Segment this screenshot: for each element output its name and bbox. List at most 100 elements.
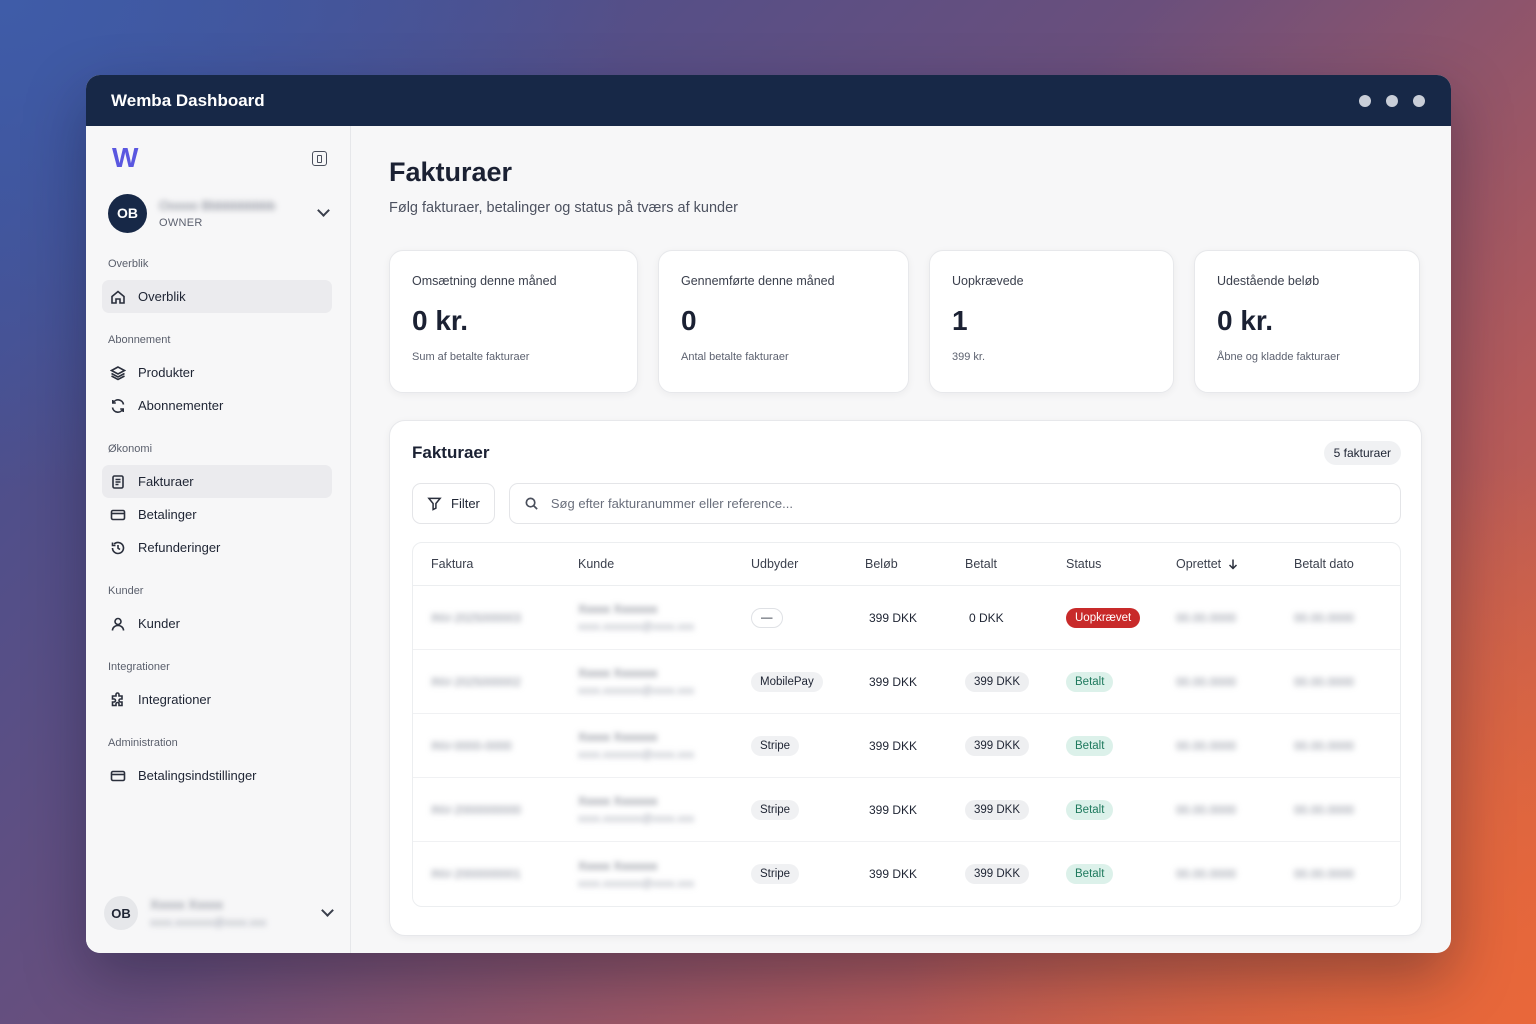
created-date: 00.00.0000 [1176,610,1237,625]
customer-email: xxxx.xxxxxxx@xxxx.xxx [578,813,695,825]
arrow-down-icon [1229,559,1238,570]
provider-badge: Stripe [751,864,800,884]
invoice-number[interactable]: INV-2025000003 [431,611,578,625]
stat-value: 0 kr. [1217,305,1274,336]
window-dot-2[interactable] [1386,94,1398,107]
sidebar-item-label: Produkter [138,365,195,380]
nav-section-label: Kunder [108,585,144,597]
invoice-number[interactable]: INV-2000000001 [431,867,578,881]
sidebar-collapse-icon[interactable] [312,150,327,166]
sidebar-item-label: Abonnementer [138,398,224,413]
layers-icon [110,365,126,381]
status-badge: Betalt [1066,799,1114,820]
stat-note: 399 kr. [952,351,986,363]
customer-cell: Xxxxx Xxxxxxx xxxx.xxxxxxx@xxxx.xxx [578,602,751,633]
table-row[interactable]: INV-2025000003 Xxxxx Xxxxxxx xxxx.xxxxxx… [413,586,1400,650]
nav-section-label: Administration [108,737,178,749]
sidebar-item-integrationer[interactable]: Integrationer [102,683,332,716]
stat-label: Omsætning denne måned [412,274,557,288]
column-header[interactable]: Status [1066,557,1176,571]
user-name: Xxxxx Xxxxx [150,897,223,912]
customer-email: xxxx.xxxxxxx@xxxx.xxx [578,749,695,761]
search-box[interactable] [508,483,1401,524]
sidebar-item-produkter[interactable]: Produkter [102,356,332,389]
chevron-down-icon[interactable] [321,904,334,917]
status-badge: Uopkrævet [1066,607,1141,628]
stat-value: 1 [952,305,968,336]
search-input[interactable] [550,496,1386,511]
sidebar-item-kunder[interactable]: Kunder [102,607,332,640]
sidebar-item-label: Overblik [138,289,186,304]
window-controls [1359,94,1425,107]
sidebar-item-betalinger[interactable]: Betalinger [102,498,332,531]
filter-label: Filter [451,496,480,511]
stat-card: Gennemførte denne måned 0 Antal betalte … [658,250,909,393]
sidebar-item-label: Integrationer [138,692,211,707]
invoice-icon [110,474,126,490]
sidebar-item-refunderinger[interactable]: Refunderinger [102,531,332,564]
customer-email: xxxx.xxxxxxx@xxxx.xxx [578,621,695,633]
sidebar-item-label: Kunder [138,616,180,631]
customer-cell: Xxxxx Xxxxxxx xxxx.xxxxxxx@xxxx.xxx [578,859,751,890]
user-role: OWNER [159,216,203,229]
paid-amount: 399 DKK [965,799,1030,820]
stat-value: 0 [681,305,697,336]
column-header[interactable]: Kunde [578,557,751,571]
nav-section-label: Økonomi [108,443,153,455]
sidebar-item-overblik[interactable]: Overblik [102,280,332,313]
amount: 399 DKK [869,610,918,625]
column-header[interactable]: Beløb [865,557,965,571]
invoices-table: Faktura Kunde Udbyder Beløb Betalt Statu… [412,542,1401,907]
column-header[interactable]: Betalt [965,557,1066,571]
nav-group-integrationer: Integrationer Integrationer [102,661,332,716]
customer-cell: Xxxxx Xxxxxxx xxxx.xxxxxxx@xxxx.xxx [578,666,751,697]
sidebar-item-betalingsindstillinger[interactable]: Betalingsindstillinger [102,759,332,792]
column-header[interactable]: Betalt dato [1294,557,1400,571]
filter-button[interactable]: Filter [412,483,495,524]
page-title: Fakturaer [389,157,513,187]
customer-email: xxxx.xxxxxxx@xxxx.xxx [578,685,695,697]
filter-icon [427,497,442,511]
window-dot-3[interactable] [1413,94,1425,107]
customer-name: Xxxxx Xxxxxxx [578,794,658,808]
column-header[interactable]: Faktura [431,557,578,571]
brand-logo[interactable]: W [112,142,138,174]
window-title: Wemba Dashboard [111,90,265,110]
stats-row: Omsætning denne måned 0 kr. Sum af betal… [389,250,1422,393]
invoices-card: Fakturaer 5 fakturaer Filter Faktur [389,420,1422,936]
amount: 399 DKK [869,867,918,881]
column-header-sorted[interactable]: Oprettet [1176,557,1294,571]
paid-date: 00.00.0000 [1294,610,1355,625]
puzzle-icon [110,691,126,708]
avatar: OB [108,193,147,233]
home-icon [110,289,126,305]
stat-note: Åbne og kladde fakturaer [1217,351,1340,363]
user-icon [110,616,126,632]
invoice-number[interactable]: INV-2000000000 [431,803,578,817]
customer-cell: Xxxxx Xxxxxxx xxxx.xxxxxxx@xxxx.xxx [578,730,751,761]
table-row[interactable]: INV-2000000000 Xxxxx Xxxxxxx xxxx.xxxxxx… [413,778,1400,842]
sidebar-item-fakturaer[interactable]: Fakturaer [102,465,332,498]
table-row[interactable]: INV-2000000001 Xxxxx Xxxxxxx xxxx.xxxxxx… [413,842,1400,906]
created-date: 00.00.0000 [1176,802,1237,817]
invoice-number[interactable]: INV-0000-0000 [431,739,578,753]
user-menu[interactable]: OB Xxxxx Xxxxx xxxx.xxxxxxx@xxxx.xxx [104,893,334,933]
invoice-number[interactable]: INV-2025000002 [431,675,578,689]
table-row[interactable]: INV-2025000002 Xxxxx Xxxxxxx xxxx.xxxxxx… [413,650,1400,714]
stat-card: Udestående beløb 0 kr. Åbne og kladde fa… [1194,250,1420,393]
column-header[interactable]: Udbyder [751,557,865,571]
amount: 399 DKK [869,802,918,817]
user-email: xxxx.xxxxxxx@xxxx.xxx [150,917,267,929]
account-switcher[interactable]: OB Ooooo Bbbbbbbbbb OWNER [102,190,332,236]
invoices-title: Fakturaer [412,443,490,462]
stat-card: Omsætning denne måned 0 kr. Sum af betal… [389,250,638,393]
provider-badge: — [751,607,783,628]
customer-name: Xxxxx Xxxxxxx [578,602,658,616]
app-window: Wemba Dashboard W OB Ooooo Bbbbbbbbbb OW… [86,75,1451,953]
window-dot-1[interactable] [1359,94,1371,107]
sidebar-item-abonnementer[interactable]: Abonnementer [102,389,332,422]
paid-date: 00.00.0000 [1294,802,1355,817]
table-row[interactable]: INV-0000-0000 Xxxxx Xxxxxxx xxxx.xxxxxxx… [413,714,1400,778]
chevron-down-icon[interactable] [317,204,330,217]
nav-section-label: Abonnement [108,334,171,346]
